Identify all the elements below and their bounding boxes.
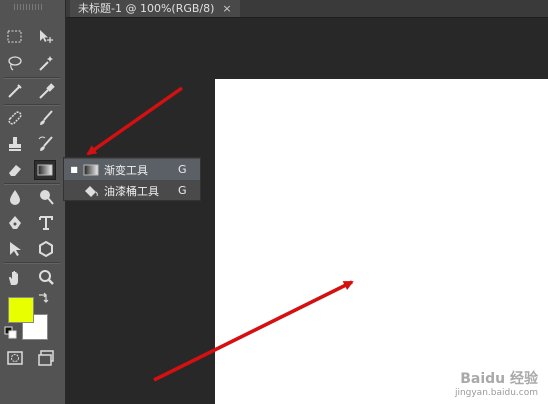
gradient-icon (82, 163, 100, 177)
flyout-item-shortcut: G (178, 163, 187, 176)
path-selection-icon[interactable] (4, 239, 26, 259)
flyout-item-gradient-tool[interactable]: ■ 渐变工具 G (64, 159, 200, 180)
marquee-icon[interactable] (4, 27, 26, 47)
red-arrow-to-gradient-tool (86, 86, 184, 156)
foreground-color-swatch[interactable] (8, 297, 34, 323)
move-icon[interactable] (35, 27, 57, 47)
pen-icon[interactable] (4, 213, 26, 233)
document-tab[interactable]: 未标题-1 @ 100%(RGB/8) × (70, 0, 240, 17)
shape-icon[interactable] (35, 239, 57, 259)
magic-wand-icon[interactable] (35, 53, 57, 73)
lasso-icon[interactable] (4, 53, 26, 73)
hand-icon[interactable] (4, 268, 26, 288)
flyout-item-shortcut: G (178, 184, 187, 197)
paint-bucket-icon (82, 184, 100, 198)
tools-panel (0, 0, 66, 404)
flyout-item-label: 渐变工具 (104, 163, 148, 177)
watermark-line1: Baidu 经验 (460, 371, 538, 387)
flyout-item-label: 油漆桶工具 (104, 184, 159, 198)
watermark: Baidu 经验 jingyan.baidu.com (455, 368, 538, 398)
brush-icon[interactable] (35, 108, 57, 128)
default-colors-icon[interactable] (4, 326, 18, 340)
dodge-icon[interactable] (35, 187, 57, 207)
panel-grip[interactable] (14, 4, 42, 10)
gradient-icon[interactable] (34, 160, 56, 180)
tool-flyout-menu: ■ 渐变工具 G 油漆桶工具 G (63, 157, 201, 201)
document-canvas[interactable] (215, 79, 548, 404)
eraser-icon[interactable] (4, 160, 26, 180)
crop-icon[interactable] (4, 81, 26, 101)
screen-mode-icon[interactable] (35, 348, 57, 368)
watermark-line2: jingyan.baidu.com (454, 388, 538, 398)
clone-stamp-icon[interactable] (4, 134, 26, 154)
eyedropper-icon[interactable] (35, 81, 57, 101)
close-icon[interactable]: × (222, 0, 231, 17)
zoom-icon[interactable] (35, 268, 57, 288)
healing-brush-icon[interactable] (4, 108, 26, 128)
history-brush-icon[interactable] (35, 134, 57, 154)
blur-icon[interactable] (4, 187, 26, 207)
document-tab-title: 未标题-1 @ 100%(RGB/8) (78, 2, 215, 15)
flyout-item-paint-bucket-tool[interactable]: 油漆桶工具 G (64, 180, 200, 201)
selected-indicator-icon: ■ (70, 165, 78, 174)
type-icon[interactable] (35, 213, 57, 233)
swap-colors-icon[interactable] (36, 292, 50, 306)
quick-mask-icon[interactable] (4, 348, 26, 368)
document-tab-bar: 未标题-1 @ 100%(RGB/8) × (66, 0, 548, 18)
